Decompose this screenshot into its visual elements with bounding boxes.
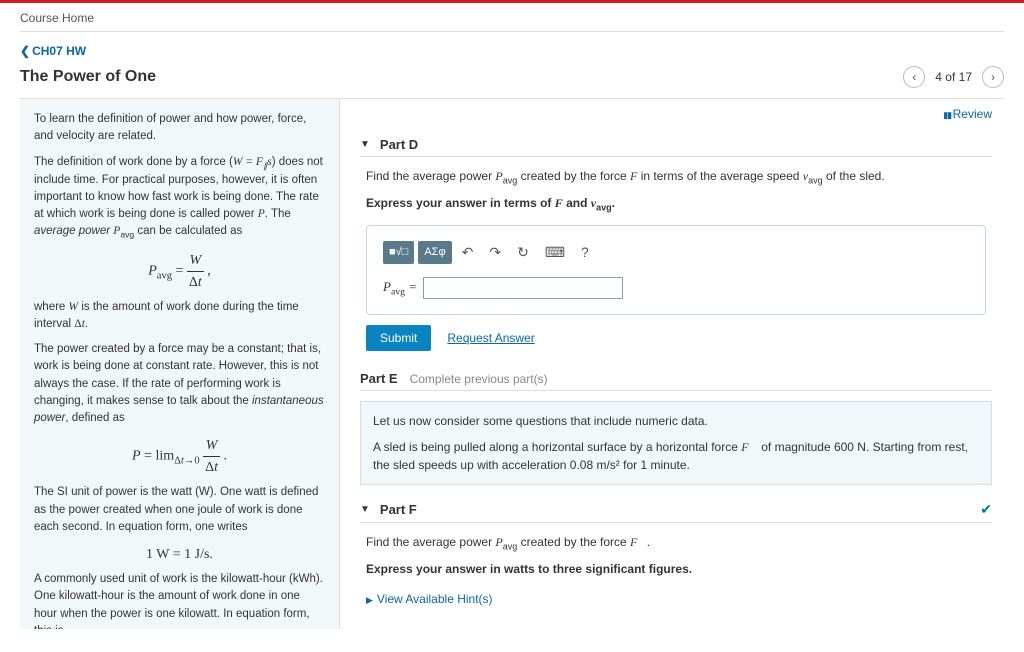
triangle-right-icon: ▶: [366, 595, 373, 605]
pager-text: 4 of 17: [935, 70, 972, 84]
part-d-prompt1: Find the average power Pavg created by t…: [366, 167, 986, 188]
redo-icon[interactable]: ↷: [483, 240, 507, 265]
formula-pinst: P = limΔt→0 WΔt .: [34, 435, 325, 478]
intro-p4: The power created by a force may be a co…: [34, 341, 325, 427]
formula-pavg: Pavg = WΔt ,: [34, 250, 325, 293]
next-button[interactable]: ›: [982, 66, 1004, 88]
view-hints-link[interactable]: ▶View Available Hint(s): [366, 590, 493, 608]
part-f-label: Part F: [380, 502, 417, 517]
review-link[interactable]: Review: [360, 107, 992, 121]
intro-p1: To learn the definition of power and how…: [34, 111, 325, 146]
answer-box: ■√□ ΑΣφ ↶ ↷ ↻ ⌨ ? Pavg =: [366, 225, 986, 315]
submit-button[interactable]: Submit: [366, 325, 431, 351]
part-f-body: Find the average power Pavg created by t…: [360, 523, 992, 622]
part-f-prompt2: Express your answer in watts to three si…: [366, 560, 986, 578]
caret-down-icon: ▼: [360, 504, 370, 515]
part-e-info: Let us now consider some questions that …: [360, 401, 992, 485]
part-d-body: Find the average power Pavg created by t…: [360, 157, 992, 365]
intro-p2: The definition of work done by a force (…: [34, 154, 325, 242]
back-link[interactable]: ❮CH07 HW: [20, 44, 1004, 58]
part-e-extra: Complete previous part(s): [410, 372, 548, 386]
intro-p3: where W is the amount of work done durin…: [34, 299, 325, 334]
part-f-header[interactable]: ▼ Part F ✔: [360, 495, 992, 523]
page-title: The Power of One: [20, 68, 156, 86]
back-link-label: CH07 HW: [32, 44, 86, 58]
help-icon[interactable]: ?: [575, 240, 595, 265]
intro-p5: The SI unit of power is the watt (W). On…: [34, 484, 325, 536]
answer-label: Pavg =: [383, 277, 417, 300]
course-home-link[interactable]: Course Home: [0, 3, 1024, 31]
part-d-prompt2: Express your answer in terms of F and va…: [366, 194, 986, 215]
answer-input[interactable]: [423, 277, 623, 299]
part-d-label: Part D: [380, 137, 418, 152]
pager: ‹ 4 of 17 ›: [903, 66, 1004, 88]
prev-button[interactable]: ‹: [903, 66, 925, 88]
intro-p6: A commonly used unit of work is the kilo…: [34, 571, 325, 629]
part-e-header[interactable]: Part E Complete previous part(s): [360, 365, 992, 391]
right-panel: Review ▼ Part D Find the average power P…: [340, 99, 1004, 629]
part-e-label: Part E: [360, 371, 398, 386]
templates-button[interactable]: ■√□: [383, 241, 414, 264]
part-d-header[interactable]: ▼ Part D: [360, 131, 992, 157]
request-answer-link[interactable]: Request Answer: [447, 329, 534, 347]
symbols-button[interactable]: ΑΣφ: [418, 241, 451, 264]
check-icon: ✔: [980, 501, 992, 518]
formula-watt: 1 W = 1 J/s.: [34, 544, 325, 565]
part-f-prompt1: Find the average power Pavg created by t…: [366, 533, 986, 554]
undo-icon[interactable]: ↶: [456, 240, 480, 265]
answer-toolbar: ■√□ ΑΣφ ↶ ↷ ↻ ⌨ ?: [383, 240, 969, 265]
left-panel: To learn the definition of power and how…: [20, 99, 340, 629]
chevron-left-icon: ❮: [20, 44, 30, 58]
keyboard-icon[interactable]: ⌨: [539, 240, 571, 265]
caret-down-icon: ▼: [360, 139, 370, 150]
reset-icon[interactable]: ↻: [511, 240, 535, 265]
